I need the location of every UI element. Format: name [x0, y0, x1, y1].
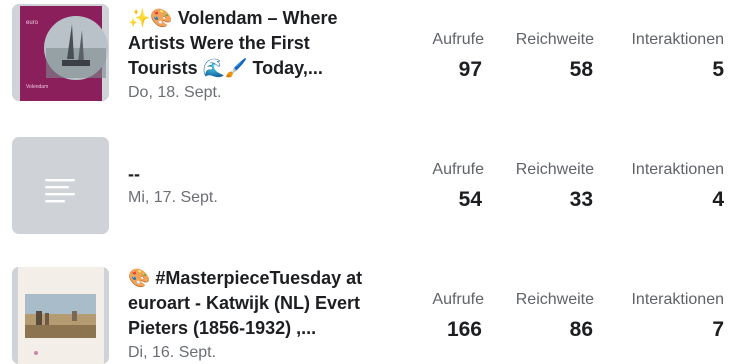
- post-title-line: Pieters (1856-1932) ,...: [128, 318, 317, 338]
- post-date: Do, 18. Sept.: [128, 84, 222, 101]
- post-row[interactable]: 🎨 #MasterpieceTuesday at euroart - Katwi…: [0, 260, 729, 364]
- post-date: Di, 16. Sept.: [128, 344, 217, 361]
- post-row[interactable]: euro Volendam ✨🎨 Volendam – Where Artist…: [0, 0, 729, 110]
- post-title-line: euroart - Katwijk (NL) Evert: [128, 293, 361, 313]
- post-title[interactable]: --: [128, 162, 398, 187]
- interactions-value: 4: [712, 188, 724, 211]
- views-value: 54: [458, 188, 482, 211]
- views-label: Aufrufe: [432, 291, 484, 308]
- post-title-line: Tourists 🌊🖌️ Today,...: [128, 58, 323, 78]
- post-row[interactable]: -- Mi, 17. Sept. Aufrufe 54 Reichweite 3…: [0, 130, 729, 240]
- text-lines-icon: [45, 179, 75, 203]
- views-label: Aufrufe: [432, 161, 484, 178]
- interactions-value: 7: [712, 318, 724, 341]
- volendam-cover-image: euro Volendam: [12, 4, 109, 101]
- interactions-label: Interaktionen: [631, 291, 724, 308]
- views-value: 166: [446, 318, 482, 341]
- post-thumbnail[interactable]: [12, 137, 109, 234]
- reach-label: Reichweite: [515, 291, 594, 308]
- reach-value: 33: [569, 188, 593, 211]
- reach-label: Reichweite: [515, 161, 594, 178]
- reach-value: 58: [569, 58, 593, 81]
- interactions-value: 5: [712, 58, 724, 81]
- post-title-line: 🎨 #MasterpieceTuesday at: [128, 268, 363, 288]
- svg-text:euro: euro: [26, 20, 39, 26]
- views-label: Aufrufe: [432, 31, 484, 48]
- interactions-label: Interaktionen: [631, 161, 724, 178]
- reach-value: 86: [569, 318, 593, 341]
- interactions-label: Interaktionen: [631, 31, 724, 48]
- post-thumbnail[interactable]: [12, 267, 109, 364]
- views-value: 97: [458, 58, 482, 81]
- reach-label: Reichweite: [515, 31, 594, 48]
- post-title-line: ✨🎨 Volendam – Where: [128, 8, 338, 28]
- post-date: Mi, 17. Sept.: [128, 189, 218, 206]
- post-title[interactable]: 🎨 #MasterpieceTuesday at euroart - Katwi…: [128, 266, 398, 341]
- post-title-line: --: [128, 164, 140, 184]
- post-title-line: Artists Were the First: [128, 33, 310, 53]
- cover-caption: Volendam: [26, 84, 48, 90]
- painting-thumbnail-image: [12, 267, 109, 364]
- post-thumbnail[interactable]: euro Volendam: [12, 4, 109, 101]
- post-title[interactable]: ✨🎨 Volendam – Where Artists Were the Fir…: [128, 6, 398, 81]
